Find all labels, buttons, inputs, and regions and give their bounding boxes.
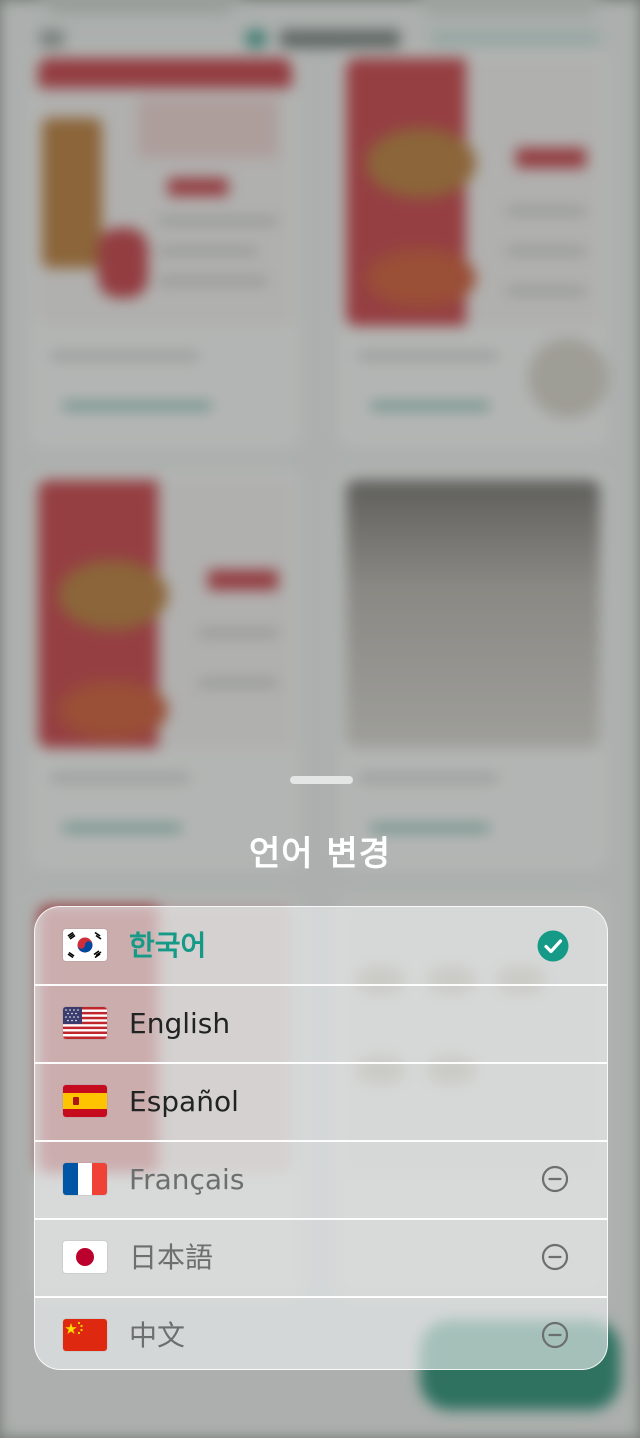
language-label: 한국어: [129, 929, 207, 962]
language-option-spanish[interactable]: Español: [35, 1063, 607, 1140]
japan-flag-icon: [63, 1241, 107, 1273]
minus-circle-icon: [541, 1321, 569, 1349]
language-option-english[interactable]: English: [35, 985, 607, 1062]
language-label: Español: [129, 1085, 239, 1118]
language-option-japanese[interactable]: 日本語: [35, 1219, 607, 1296]
minus-circle-icon: [541, 1243, 569, 1271]
spain-flag-icon: [63, 1085, 107, 1117]
korea-flag-icon: [63, 929, 107, 961]
language-label: English: [129, 1007, 231, 1040]
china-flag-icon: [63, 1319, 107, 1351]
sheet-title: 언어 변경: [249, 834, 391, 874]
usa-flag-icon: [63, 1007, 107, 1039]
check-circle-icon: [537, 930, 569, 962]
sheet-drag-handle[interactable]: [290, 776, 353, 784]
language-list: 한국어 English Español Français 日本語 中文: [34, 906, 608, 1370]
language-label: Français: [129, 1163, 245, 1196]
language-label: 中文: [129, 1319, 186, 1352]
language-option-french[interactable]: Français: [35, 1141, 607, 1218]
minus-circle-icon: [541, 1165, 569, 1193]
language-option-chinese[interactable]: 中文: [35, 1297, 607, 1369]
language-option-korean[interactable]: 한국어: [35, 907, 607, 984]
france-flag-icon: [63, 1163, 107, 1195]
language-label: 日本語: [129, 1241, 214, 1274]
